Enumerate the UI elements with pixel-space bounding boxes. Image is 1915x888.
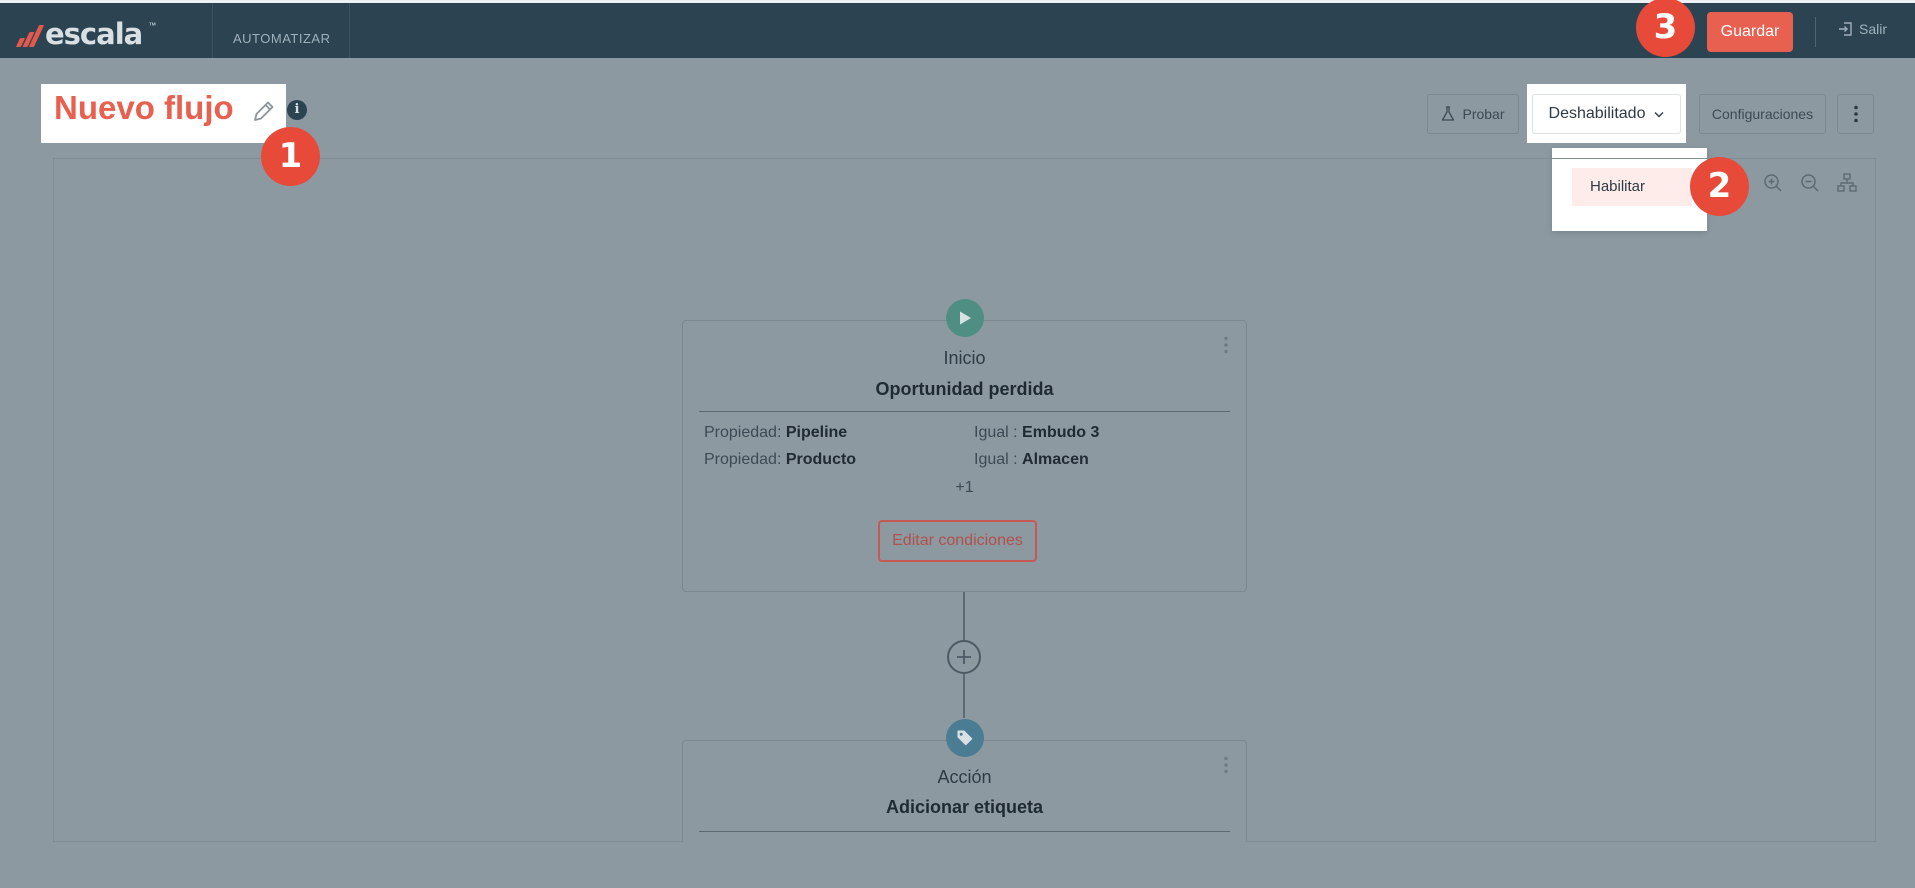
node-separator <box>699 831 1230 832</box>
step-marker-1: 1 <box>261 127 320 186</box>
step-marker-2: 2 <box>1690 157 1749 216</box>
node-name: Adicionar etiqueta <box>885 797 1044 817</box>
node-kind: Acción <box>937 767 992 787</box>
action-node[interactable]: Acción Adicionar etiqueta <box>682 719 1247 842</box>
step-marker-3: 3 <box>1636 0 1695 57</box>
tag-icon <box>946 719 984 757</box>
